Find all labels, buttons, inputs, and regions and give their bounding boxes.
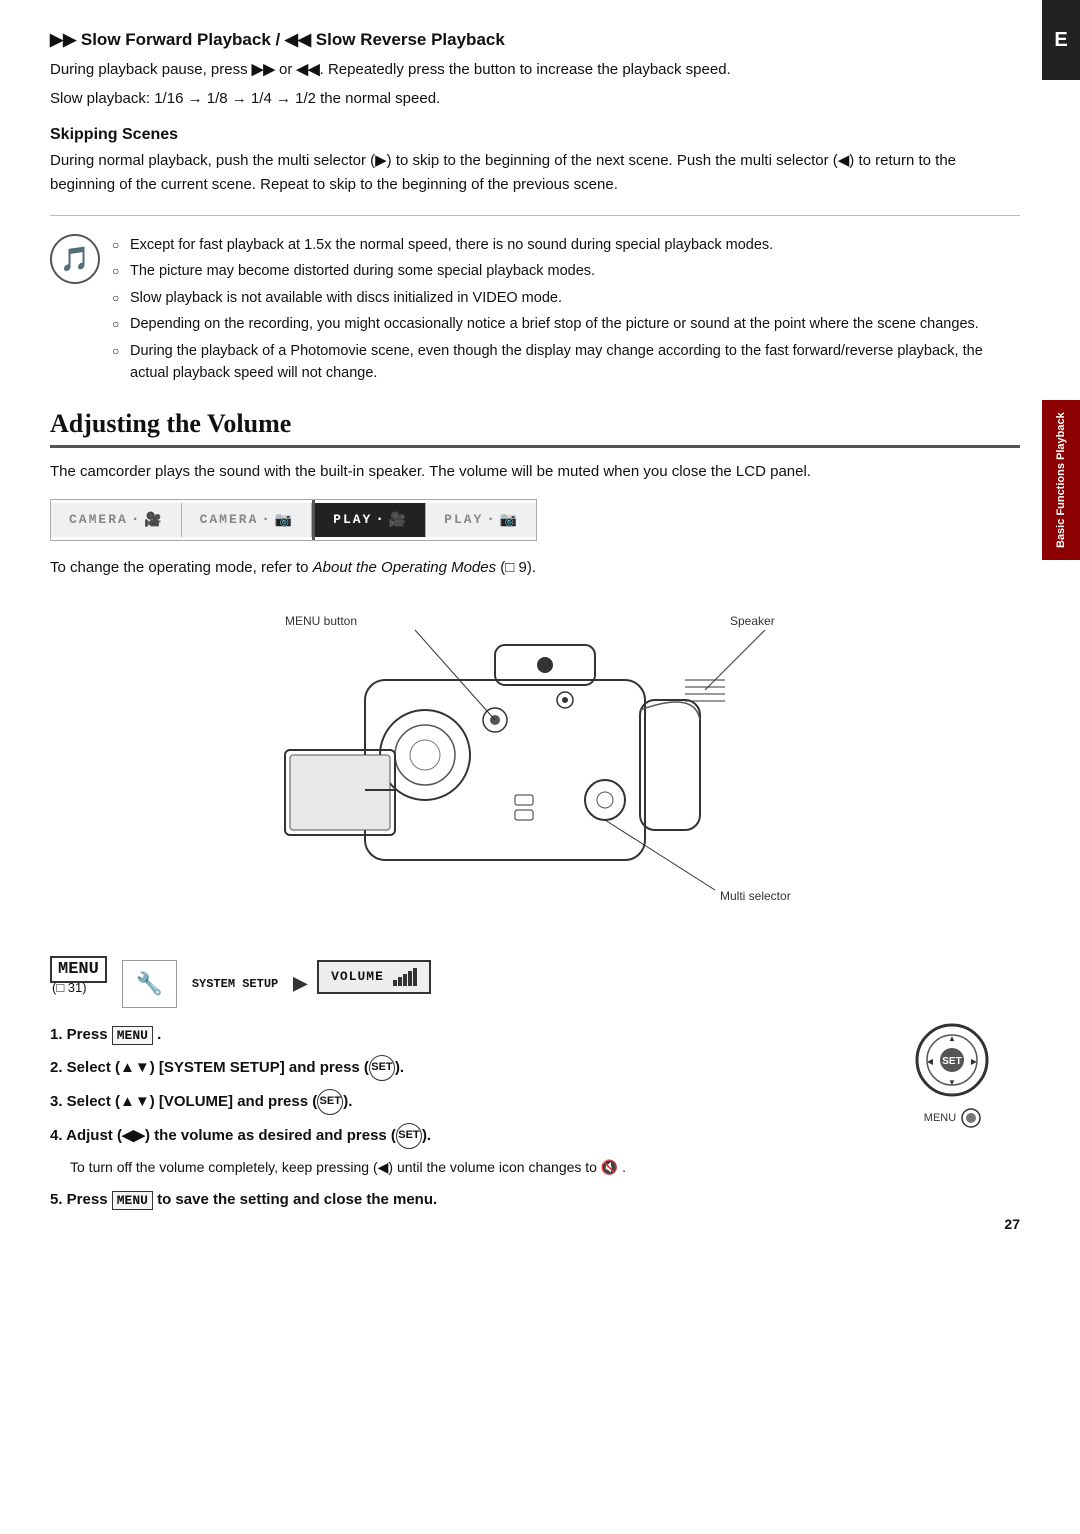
section1-para2: Slow playback: 1/16 → 1/8 → 1/4 → 1/2 th… xyxy=(50,87,1020,111)
play-video-btn[interactable]: PLAY · 🎥 xyxy=(315,503,426,537)
set-inline-3: SET xyxy=(317,1089,343,1115)
camcorder-diagram: MENU button Speaker Multi selector xyxy=(50,600,1020,940)
svg-text:▲: ▲ xyxy=(948,1034,956,1043)
section1-para1: During playback pause, press ▶▶ or ◀◀. R… xyxy=(50,58,1020,82)
volume-bars xyxy=(393,968,417,986)
main-heading: Adjusting the Volume xyxy=(50,409,1020,448)
menu-row: MENU (□ 31) 🔧 SYSTEM SETUP ▶ VOLUME xyxy=(50,960,1020,1008)
play-photo-cam-icon: 📷 xyxy=(500,511,518,528)
menu-label: MENU xyxy=(50,956,107,983)
menu-button-label: MENU xyxy=(924,1108,981,1128)
svg-text:SET: SET xyxy=(942,1056,961,1067)
mode-buttons-container: CAMERA · 🎥 CAMERA · 📷 PLAY · 🎥 PLAY · xyxy=(50,499,1020,541)
section2-title: Skipping Scenes xyxy=(50,126,1020,144)
e-tab: E xyxy=(1042,0,1080,80)
menu-button-mini xyxy=(961,1108,981,1128)
play-video-label: PLAY xyxy=(333,512,372,527)
note-item: Except for fast playback at 1.5x the nor… xyxy=(112,234,1020,256)
svg-text:MENU button: MENU button xyxy=(285,614,357,628)
main-intro: The camcorder plays the sound with the b… xyxy=(50,460,1020,484)
note-icon: 🎵 xyxy=(50,234,100,284)
menu-arrow: ▶ xyxy=(293,973,307,994)
camcorder-svg: MENU button Speaker Multi selector xyxy=(185,600,885,940)
note-content: Except for fast playback at 1.5x the nor… xyxy=(112,234,1020,389)
side-label: Basic Functions Playback xyxy=(1042,400,1080,560)
menu-icon-block: 🔧 xyxy=(122,960,177,1008)
set-inline-2: SET xyxy=(369,1055,395,1081)
menu-ref: (□ 31) xyxy=(52,980,87,995)
mode-buttons: CAMERA · 🎥 CAMERA · 📷 PLAY · 🎥 PLAY · xyxy=(50,499,537,541)
section2-para1: During normal playback, push the multi s… xyxy=(50,149,1020,197)
note-box: 🎵 Except for fast playback at 1.5x the n… xyxy=(50,234,1020,389)
note-item: Depending on the recording, you might oc… xyxy=(112,313,1020,335)
camera-video-label: CAMERA xyxy=(69,512,128,527)
camera-video-cam-icon: 🎥 xyxy=(144,511,162,528)
buttons-illustration: SET ▲ ▼ ◀ ▶ MENU xyxy=(915,1023,990,1128)
section1-title: ▶▶ Slow Forward Playback / ◀◀ Slow Rever… xyxy=(50,30,1020,50)
divider1 xyxy=(50,215,1020,216)
page-container: E Basic Functions Playback ▶▶ Slow Forwa… xyxy=(0,0,1080,1252)
play-photo-btn[interactable]: PLAY · 📷 xyxy=(426,503,536,537)
set-button-svg: SET ▲ ▼ ◀ ▶ xyxy=(915,1023,990,1098)
system-setup-label: SYSTEM SETUP xyxy=(192,977,278,991)
step-4-sub: To turn off the volume completely, keep … xyxy=(70,1157,1020,1178)
menu-label-block: MENU (□ 31) xyxy=(50,960,107,996)
step-3: 3. Select (▲▼) [VOLUME] and press (SET). xyxy=(50,1089,1020,1115)
step-1: 1. Press MENU . xyxy=(50,1023,1020,1047)
step-4: 4. Adjust (◀▶) the volume as desired and… xyxy=(50,1123,1020,1149)
note-list: Except for fast playback at 1.5x the nor… xyxy=(112,234,1020,385)
menu-inline-5: MENU xyxy=(112,1191,153,1210)
volume-box: VOLUME xyxy=(317,960,431,994)
camera-photo-cam-icon: 📷 xyxy=(275,511,293,528)
menu-inline-1: MENU xyxy=(112,1026,153,1045)
step-2: 2. Select (▲▼) [SYSTEM SETUP] and press … xyxy=(50,1055,1020,1081)
camera-video-icon: · xyxy=(133,511,139,529)
camera-photo-icon: · xyxy=(263,511,269,529)
page-number: 27 xyxy=(1004,1216,1020,1232)
svg-text:◀: ◀ xyxy=(927,1057,934,1066)
mode-note: To change the operating mode, refer to A… xyxy=(50,556,1020,580)
play-video-icon: · xyxy=(377,511,383,529)
camera-photo-label: CAMERA xyxy=(200,512,259,527)
play-photo-icon: · xyxy=(488,511,494,529)
set-inline-4: SET xyxy=(396,1123,422,1149)
play-video-cam-icon: 🎥 xyxy=(389,511,407,528)
note-item: During the playback of a Photomovie scen… xyxy=(112,340,1020,385)
note-item: Slow playback is not available with disc… xyxy=(112,287,1020,309)
menu-icon: 🔧 xyxy=(136,971,163,997)
camera-photo-btn[interactable]: CAMERA · 📷 xyxy=(182,503,313,537)
step-5: 5. Press MENU to save the setting and cl… xyxy=(50,1188,1020,1212)
svg-text:▼: ▼ xyxy=(948,1078,956,1087)
steps-section: SET ▲ ▼ ◀ ▶ MENU 1. Press MENU . 2. Sele… xyxy=(50,1023,1020,1212)
svg-text:Speaker: Speaker xyxy=(730,614,775,628)
play-photo-label: PLAY xyxy=(444,512,483,527)
svg-text:▶: ▶ xyxy=(971,1057,978,1066)
volume-label: VOLUME xyxy=(331,969,384,984)
note-item: The picture may become distorted during … xyxy=(112,260,1020,282)
camera-video-btn[interactable]: CAMERA · 🎥 xyxy=(51,503,182,537)
svg-text:Multi selector: Multi selector xyxy=(720,889,791,903)
